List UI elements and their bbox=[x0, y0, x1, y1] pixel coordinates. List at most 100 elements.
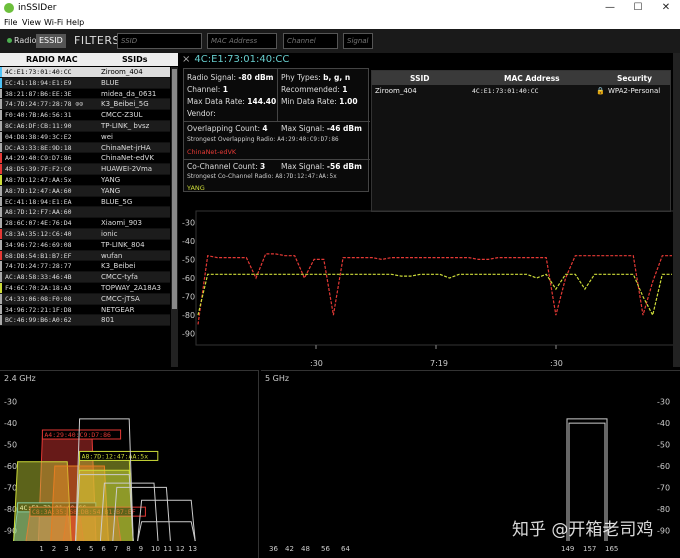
row-ssid: TOPWAY_2A18A3 bbox=[101, 283, 161, 292]
y-tick-label: -40 bbox=[4, 419, 17, 428]
channel-row: Channel: 1 bbox=[187, 85, 228, 94]
info-separator bbox=[184, 121, 370, 122]
x-tick-label: 5 bbox=[89, 545, 93, 553]
menu-wifi[interactable]: Wi-Fi bbox=[44, 18, 63, 27]
y-tick-label: -40 bbox=[657, 419, 670, 428]
x-tick-label: 12 bbox=[176, 545, 185, 553]
sec-col-mac[interactable]: MAC Address bbox=[504, 74, 560, 83]
signal-filter-input[interactable] bbox=[343, 33, 373, 49]
table-row[interactable]: EC:41:18:94:E1:E9 BLUE bbox=[0, 77, 170, 89]
sec-col-ssid[interactable]: SSID bbox=[410, 74, 429, 83]
table-row[interactable]: 4C:E1:73:01:40:CC Ziroom_404 bbox=[0, 67, 170, 78]
close-detail-icon[interactable]: × bbox=[182, 54, 190, 65]
row-ssid: CMCC-tyfa bbox=[101, 273, 138, 282]
table-row[interactable]: 48:D5:39:7F:F2:C0 HUAWEI-2Vma bbox=[0, 164, 170, 175]
row-mac: F4:6C:70:2A:18:A3 bbox=[5, 283, 72, 292]
channel-filter-input[interactable] bbox=[283, 33, 338, 49]
table-row[interactable]: F0:40:7B:A6:56:31 CMCC-Z3UL bbox=[0, 110, 170, 121]
table-row[interactable]: 04:D8:38:49:3C:E2 wei bbox=[0, 131, 170, 143]
y-tick-label: -70 bbox=[657, 483, 670, 492]
essid-mode-button[interactable]: ESSID bbox=[36, 34, 66, 48]
y-tick-label: -50 bbox=[657, 441, 670, 450]
row-mac: 34:96:72:46:69:08 bbox=[5, 240, 72, 249]
scrollbar-thumb[interactable] bbox=[172, 69, 177, 309]
table-row[interactable]: 38:21:87:B6:EE:3E midea_da_0631 bbox=[0, 88, 170, 100]
table-row[interactable]: AC:A8:58:33:46:4B CMCC-tyfa bbox=[0, 272, 170, 283]
menu-bar: File View Wi-Fi Help bbox=[0, 17, 680, 29]
overlap-strongest-row: Strongest Overlapping Radio: A4:29:40:C9… bbox=[187, 136, 339, 143]
watermark: 知乎 @开箱老司鸡 bbox=[512, 520, 654, 540]
row-mac: EC:41:18:94:E1:E9 bbox=[5, 78, 72, 87]
table-row[interactable]: DC:A3:33:8E:9D:18 ChinaNet-jrHA bbox=[0, 142, 170, 154]
y-tick-label: -70 bbox=[182, 293, 195, 302]
x-tick-label: 36 bbox=[269, 545, 278, 553]
row-color-bar bbox=[0, 88, 2, 99]
table-row[interactable]: A8:7D:12:47:AA:60 YANG bbox=[0, 185, 170, 197]
table-row[interactable]: 68:DB:54:B1:B7:EF wufan bbox=[0, 250, 170, 262]
ssid-filter-input[interactable] bbox=[117, 33, 202, 49]
table-row[interactable]: 8C:A6:DF:CB:11:90 TP-LINK_ bvsz bbox=[0, 120, 170, 132]
detail-panel: × 4C:E1:73:01:40:CC Radio Signal: -80 dBm… bbox=[180, 53, 680, 367]
table-row[interactable]: C8:3A:35:12:C6:40 ionic bbox=[0, 228, 170, 240]
radio-signal-row: Radio Signal: -80 dBm bbox=[187, 73, 274, 82]
x-tick-label: 7 bbox=[114, 545, 118, 553]
row-ssid: midea_da_0631 bbox=[101, 89, 157, 98]
menu-help[interactable]: Help bbox=[66, 18, 84, 27]
cochannel-max-row: Max Signal: -56 dBm bbox=[281, 162, 362, 171]
row-mac: A8:7D:12:47:AA:60 bbox=[5, 186, 72, 195]
row-color-bar bbox=[0, 131, 2, 142]
table-row[interactable]: F4:6C:70:2A:18:A3 TOPWAY_2A18A3 bbox=[0, 282, 170, 294]
row-ssid: CMCC-jTSA bbox=[101, 294, 140, 303]
app-icon bbox=[4, 3, 14, 13]
row-ssid: TP-LINK_ bvsz bbox=[101, 121, 150, 130]
row-color-bar bbox=[0, 196, 2, 207]
menu-view[interactable]: View bbox=[22, 18, 41, 27]
table-row[interactable]: 74:7D:24:77:28:78 ⊙⊙ K3_Beibei_5G bbox=[0, 99, 170, 111]
maximize-button[interactable]: ☐ bbox=[624, 1, 652, 15]
row-mac: 8C:A6:DF:CB:11:90 bbox=[5, 121, 72, 130]
row-color-bar bbox=[0, 142, 2, 153]
signal-time-chart: -30 -40 -50 -60 -70 -80 -90:30 7:19:30 bbox=[182, 210, 675, 367]
min-rate-row: Min Data Rate: 1.00 bbox=[281, 97, 358, 106]
networks-table: RADIO MAC SSIDs 4C:E1:73:01:40:CC Ziroom_… bbox=[0, 53, 178, 367]
menu-file[interactable]: File bbox=[4, 18, 17, 27]
security-row[interactable]: Ziroom_404 4C:E1:73:01:40:CC 🔒 WPA2-Pers… bbox=[372, 86, 670, 97]
detail-scrollbar[interactable] bbox=[673, 53, 680, 367]
table-row[interactable]: BC:46:99:B6:A0:62 801 bbox=[0, 315, 170, 327]
close-button[interactable]: ✕ bbox=[652, 1, 680, 15]
row-ssid: NETGEAR bbox=[101, 305, 135, 314]
column-ssids[interactable]: SSIDs bbox=[122, 55, 148, 64]
table-row[interactable]: 28:6C:07:4E:76:D4 Xiaomi_903 bbox=[0, 218, 170, 229]
network-curve bbox=[137, 499, 196, 542]
row-mac: C4:33:06:08:F0:08 bbox=[5, 294, 72, 303]
radio-mode-button[interactable]: Radio bbox=[4, 34, 39, 48]
row-color-bar bbox=[0, 110, 2, 120]
overlap-strongest-ssid: ChinaNet-edVK bbox=[187, 148, 237, 156]
x-tick-label: 4 bbox=[77, 545, 82, 553]
x-tick-label: 6 bbox=[101, 545, 106, 553]
table-row[interactable]: 34:96:72:46:69:08 TP-LINK_804 bbox=[0, 239, 170, 251]
filter-bar: Radio ESSID FILTERS: bbox=[0, 29, 680, 53]
row-mac: 74:7D:24:77:28:77 bbox=[5, 262, 72, 271]
sec-col-security[interactable]: Security bbox=[617, 74, 652, 83]
table-row[interactable]: 74:7D:24:77:28:77 K3_Beibei bbox=[0, 261, 170, 273]
table-row[interactable]: EC:41:18:94:E1:EA BLUE_5G bbox=[0, 196, 170, 208]
row-color-bar bbox=[0, 228, 2, 239]
table-row[interactable]: A8:7D:12:47:AA:5x YANG bbox=[0, 174, 170, 186]
table-row[interactable]: A4:29:40:C9:D7:86 ChinaNet-edVK bbox=[0, 153, 170, 165]
row-ssid: CMCC-Z3UL bbox=[101, 111, 143, 120]
table-scrollbar[interactable] bbox=[171, 67, 178, 367]
row-ssid: BLUE bbox=[101, 78, 119, 87]
table-row[interactable]: 34:96:72:21:1F:D8 NETGEAR bbox=[0, 304, 170, 316]
table-row[interactable]: C4:33:06:08:F0:08 CMCC-jTSA bbox=[0, 293, 170, 305]
overlap-count-row: Overlapping Count: 4 bbox=[187, 124, 268, 133]
minimize-button[interactable]: — bbox=[596, 1, 624, 15]
column-radio-mac[interactable]: RADIO MAC bbox=[26, 55, 78, 64]
security-header: SSID MAC Address Security bbox=[372, 71, 670, 85]
x-tick-label: 48 bbox=[301, 545, 310, 553]
table-row[interactable]: A8:7D:12:F7:AA:60 bbox=[0, 207, 170, 219]
sec-ssid: Ziroom_404 bbox=[375, 87, 417, 95]
mac-filter-input[interactable] bbox=[207, 33, 277, 49]
row-mac: A4:29:40:C9:D7:86 bbox=[5, 154, 72, 163]
row-color-bar bbox=[0, 67, 2, 77]
